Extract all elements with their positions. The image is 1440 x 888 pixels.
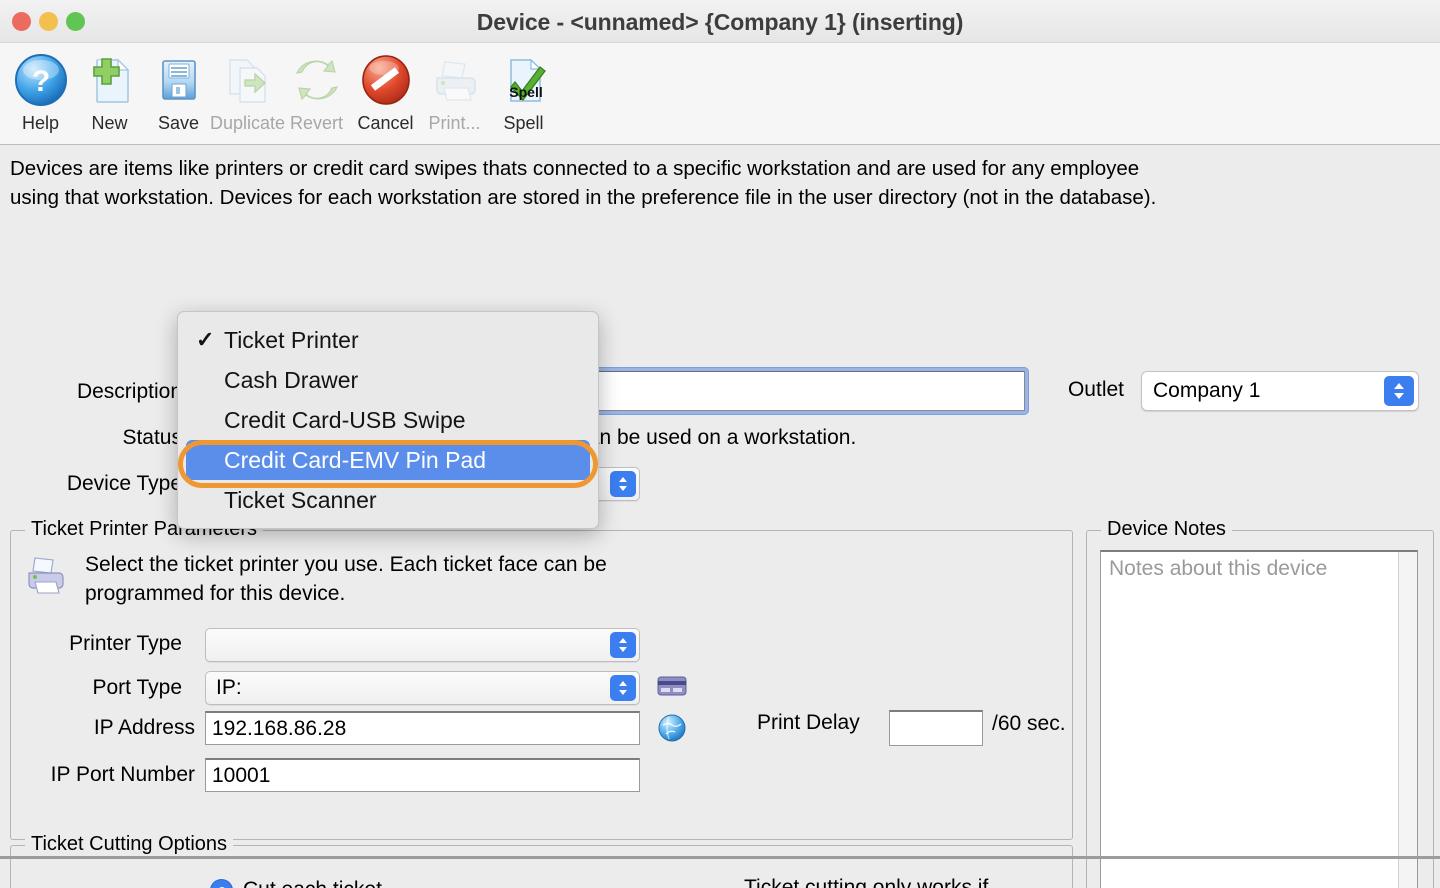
outlet-label: Outlet [1067,378,1124,401]
toolbar-label-print: Print... [428,113,481,133]
toolbar-label-spell: Spell [503,113,544,133]
title-bar: Device - <unnamed> {Company 1} (insertin… [0,0,1440,43]
ticket-printer-description-line-2: programmed for this device. [85,582,346,605]
toolbar-button-spell[interactable]: Spell Spell [489,43,558,139]
ip-address-label: IP Address [93,716,195,739]
toolbar-label-new: New [91,113,128,133]
ip-port-label: IP Port Number [50,763,195,786]
intro-text: Devices are items like printers or credi… [10,154,1434,212]
menu-item-credit-card-emv-pin-pad[interactable]: Credit Card-EMV Pin Pad [186,440,590,480]
toolbar-button-new[interactable]: New [75,43,144,139]
toolbar-label-duplicate: Duplicate [209,113,286,133]
status-label: Status [122,426,182,449]
device-notes-input[interactable]: Notes about this device [1100,550,1418,888]
menu-item-label: Credit Card-EMV Pin Pad [224,446,487,473]
ip-address-value: 192.168.86.28 [212,716,347,740]
menu-item-label: Ticket Printer [224,326,359,353]
cancel-icon [358,49,414,111]
toolbar-label-revert: Revert [289,113,343,133]
duplicate-icon [220,49,276,111]
printer-type-label: Printer Type [69,632,182,655]
toolbar-button-cancel[interactable]: Cancel [351,43,420,139]
ticket-cutting-note: Ticket cutting only works if your therma… [744,873,1009,888]
device-notes-scrollbar[interactable] [1398,552,1417,888]
ticket-printer-description: Select the ticket printer you use. Each … [85,550,607,608]
svg-text:Spell: Spell [509,84,542,100]
ip-address-input[interactable]: 192.168.86.28 [205,711,640,745]
menu-item-cash-drawer[interactable]: Cash Drawer [178,360,598,400]
print-delay-input[interactable] [889,710,983,746]
printer-icon [20,550,72,602]
new-icon [82,49,138,111]
window-title: Device - <unnamed> {Company 1} (insertin… [476,9,964,35]
port-type-select[interactable]: IP: [205,671,640,705]
chevron-updown-icon[interactable] [610,471,636,497]
device-type-label: Device Type [66,472,182,495]
toolbar-button-save[interactable]: Save [144,43,213,139]
device-type-dropdown-menu[interactable]: ✓ Ticket Printer Cash Drawer Credit Card… [177,311,599,529]
ticket-cutting-note-line-1: Ticket cutting only works if [744,876,989,888]
menu-item-ticket-scanner[interactable]: Ticket Scanner [178,480,598,520]
print-delay-suffix: /60 sec. [992,712,1066,735]
chevron-updown-icon[interactable] [610,632,636,658]
toolbar-button-help[interactable]: ? Help [6,43,75,139]
revert-icon [289,49,345,111]
port-type-value: IP: [216,676,242,699]
save-icon [151,49,207,111]
help-icon: ? [13,49,69,111]
toolbar-button-print[interactable]: Print... [420,43,489,139]
menu-item-credit-card-usb-swipe[interactable]: Credit Card-USB Swipe [178,400,598,440]
printer-type-select[interactable] [205,628,640,662]
toolbar: ? Help New Save Duplicate Revert Cancel … [0,43,1440,145]
spell-icon: Spell [496,49,552,111]
port-type-label: Port Type [92,676,183,699]
print-delay-label: Print Delay [757,711,860,734]
menu-item-label: Credit Card-USB Swipe [224,406,466,433]
ticket-cutting-panel-title: Ticket Cutting Options [25,833,234,856]
toolbar-label-cancel: Cancel [357,113,414,133]
outlet-select[interactable]: Company 1 [1141,371,1419,411]
globe-icon-button[interactable] [653,709,691,747]
toolbar-label-save: Save [157,113,200,133]
menu-item-label: Ticket Scanner [224,486,377,513]
description-label: Description [76,380,182,403]
svg-text:?: ? [31,65,49,98]
intro-line-2: using that workstation. Devices for each… [10,186,1157,209]
print-icon [427,49,483,111]
outlet-value: Company 1 [1153,379,1261,402]
menu-item-label: Cash Drawer [224,366,359,393]
device-notes-panel-title: Device Notes [1101,518,1232,541]
device-window: Device - <unnamed> {Company 1} (insertin… [0,0,1440,888]
menu-item-ticket-printer[interactable]: ✓ Ticket Printer [178,320,598,360]
chevron-updown-icon[interactable] [1384,376,1414,406]
radio-label-cut-each-ticket: Cut each ticket [243,878,382,888]
toolbar-button-duplicate[interactable]: Duplicate [209,43,286,139]
intro-line-1: Devices are items like printers or credi… [10,157,1140,180]
bottom-divider [0,856,1440,859]
credit-card-icon-button[interactable] [653,669,691,703]
chevron-updown-icon[interactable] [610,675,636,701]
device-notes-placeholder: Notes about this device [1109,557,1328,580]
ticket-printer-description-line-1: Select the ticket printer you use. Each … [85,553,607,576]
ip-port-value: 10001 [212,763,271,787]
toolbar-button-revert[interactable]: Revert [282,43,351,139]
ip-port-input[interactable]: 10001 [205,758,640,792]
toolbar-label-help: Help [21,113,60,133]
checkmark-icon: ✓ [196,327,215,352]
